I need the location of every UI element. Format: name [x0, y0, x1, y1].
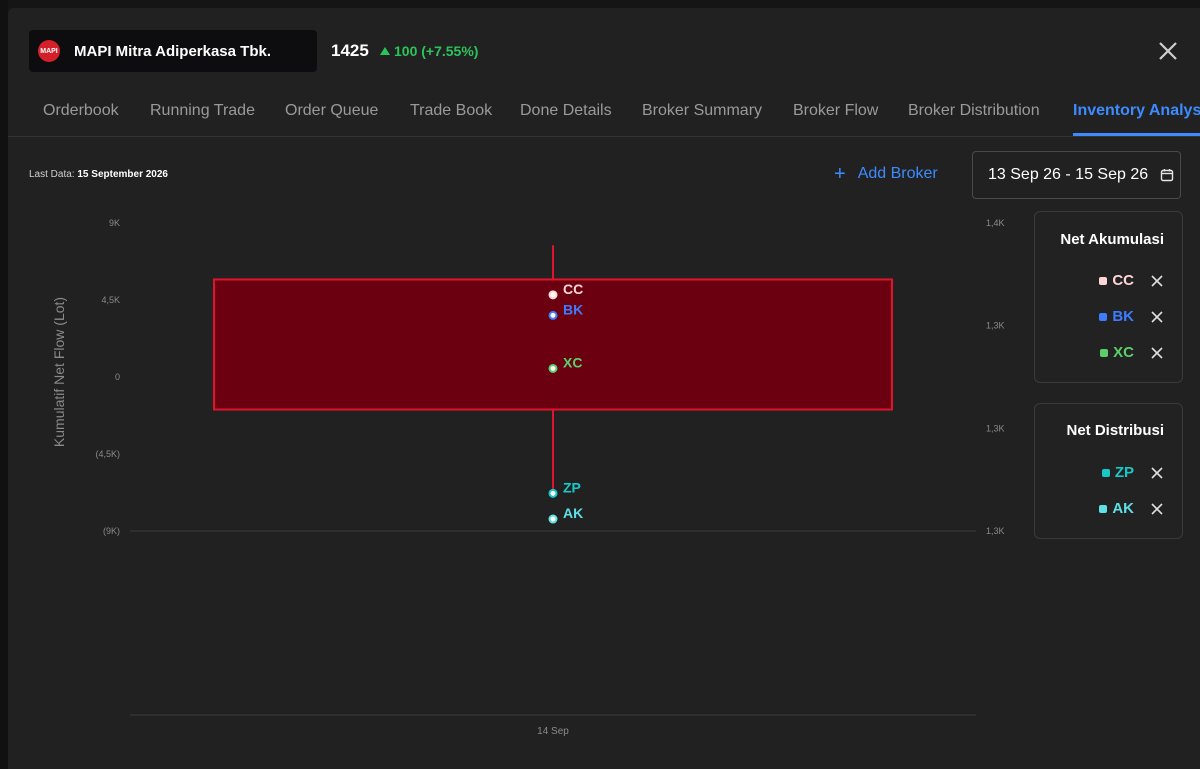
legend-item-xc: XC: [1100, 344, 1164, 361]
broker-label-ak: AK: [563, 505, 583, 521]
broker-label-zp: ZP: [563, 479, 581, 495]
net-distribution-panel: Net Distribusi ZP AK: [1034, 403, 1183, 539]
close-icon: [1151, 502, 1163, 515]
broker-label-bk: BK: [563, 301, 583, 317]
legend-code: AK: [1112, 500, 1134, 517]
legend-item-zp: ZP: [1101, 464, 1164, 481]
tab-bar: Orderbook Running Trade Order Queue Trad…: [8, 98, 1200, 137]
tab-inventory-analysis[interactable]: Inventory Analysis: [1073, 102, 1200, 120]
y-tick-right: 1,3K: [986, 423, 1005, 433]
tab-running-trade[interactable]: Running Trade: [150, 102, 255, 120]
close-icon: [1151, 274, 1163, 287]
broker-label-cc: CC: [563, 281, 583, 297]
tab-order-queue[interactable]: Order Queue: [285, 102, 378, 120]
stock-price: 1425: [331, 41, 369, 60]
y-tick-right: 1,4K: [986, 218, 1005, 228]
tab-broker-flow[interactable]: Broker Flow: [793, 102, 878, 120]
tab-broker-summary[interactable]: Broker Summary: [642, 102, 762, 120]
legend-swatch: [1100, 348, 1109, 357]
net-accumulation-title: Net Akumulasi: [1060, 231, 1164, 248]
remove-broker-button[interactable]: [1150, 274, 1164, 288]
date-range-value: 13 Sep 26 - 15 Sep 26: [988, 166, 1149, 183]
remove-broker-button[interactable]: [1150, 466, 1164, 480]
broker-label-xc: XC: [563, 354, 582, 370]
net-accumulation-panel: Net Akumulasi CC BK XC: [1034, 211, 1183, 383]
y-tick-left: (9K): [103, 526, 120, 536]
stock-name: MAPI Mitra Adiperkasa Tbk.: [74, 42, 271, 60]
price-change-value: 100 (+7.55%): [394, 43, 479, 59]
price-change: 100 (+7.55%): [380, 43, 478, 59]
y-tick-left: 4,5K: [101, 295, 120, 305]
backdrop: [0, 0, 8, 769]
x-tick: 14 Sep: [537, 726, 569, 737]
y-tick-right: 1,3K: [986, 526, 1005, 536]
broker-point-bk: [548, 310, 558, 320]
calendar-icon: [1160, 169, 1174, 182]
remove-broker-button[interactable]: [1150, 310, 1164, 324]
legend-item-bk: BK: [1099, 308, 1164, 325]
close-icon: [1159, 42, 1177, 60]
legend-code: CC: [1112, 272, 1134, 289]
legend-item-ak: AK: [1099, 500, 1164, 517]
legend-swatch: [1101, 468, 1110, 477]
add-broker-button[interactable]: + Add Broker: [834, 163, 938, 185]
remove-broker-button[interactable]: [1150, 346, 1164, 360]
y-tick-left: 0: [115, 372, 120, 382]
last-data-label: Last Data:: [29, 169, 75, 180]
date-range-picker[interactable]: 13 Sep 26 - 15 Sep 26: [972, 151, 1181, 199]
stock-detail-modal: MAPI MAPI Mitra Adiperkasa Tbk. 1425 100…: [8, 8, 1200, 769]
y-tick-left: (4,5K): [95, 449, 120, 459]
legend-swatch: [1099, 276, 1108, 285]
inventory-chart: 9K 4,5K 0 (4,5K) (9K) 1,4K 1,3K 1,3K 1,3K 14 Sep C…: [95, 218, 1005, 737]
remove-broker-button[interactable]: [1150, 502, 1164, 516]
close-icon: [1151, 346, 1163, 359]
tab-orderbook[interactable]: Orderbook: [43, 102, 119, 120]
net-distribution-title: Net Distribusi: [1066, 422, 1164, 439]
add-broker-label: Add Broker: [857, 165, 938, 182]
broker-point-ak: [548, 514, 558, 524]
legend-code: ZP: [1114, 464, 1134, 481]
arrow-up-icon: [380, 47, 390, 55]
broker-point-xc: [548, 363, 558, 373]
last-data-info: Last Data: 15 September 2026: [29, 169, 168, 180]
legend-swatch: [1099, 312, 1108, 321]
close-icon: [1151, 310, 1163, 323]
stock-logo-text: MAPI: [40, 47, 58, 55]
broker-point-cc: [548, 290, 558, 300]
tab-done-details[interactable]: Done Details: [520, 102, 612, 120]
stock-header: MAPI MAPI Mitra Adiperkasa Tbk.: [29, 30, 317, 72]
y-tick-right: 1,3K: [986, 321, 1005, 331]
tab-trade-book[interactable]: Trade Book: [410, 102, 492, 120]
legend-code: XC: [1113, 344, 1134, 361]
y-tick-left: 9K: [109, 218, 120, 228]
active-tab-indicator: [1073, 133, 1200, 136]
close-button[interactable]: [1158, 41, 1178, 61]
broker-point-zp: [548, 488, 558, 498]
stock-logo: MAPI: [38, 40, 60, 62]
close-icon: [1151, 466, 1163, 479]
plus-icon: +: [834, 163, 846, 185]
tab-broker-distribution[interactable]: Broker Distribution: [908, 102, 1040, 120]
last-data-value: 15 September 2026: [77, 169, 168, 180]
legend-swatch: [1099, 504, 1108, 513]
legend-item-cc: CC: [1099, 272, 1164, 289]
legend-code: BK: [1112, 308, 1134, 325]
